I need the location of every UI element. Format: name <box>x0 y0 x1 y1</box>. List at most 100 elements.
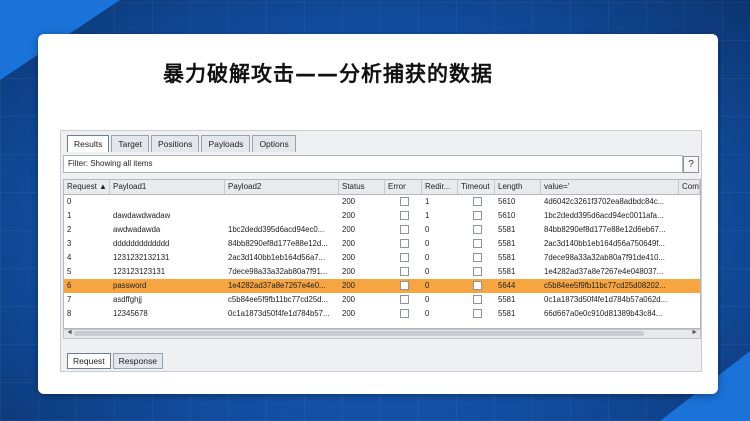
scroll-left-icon[interactable]: ◄ <box>66 329 73 336</box>
cell-payload1: password <box>113 281 147 290</box>
cell-request: 1 <box>67 211 72 220</box>
cell-payload2: 2ac3d140bb1eb164d56a7... <box>228 253 326 262</box>
cell-payload1: 1231232132131 <box>113 253 170 262</box>
error-checkbox[interactable] <box>400 281 409 291</box>
timeout-checkbox[interactable] <box>473 253 482 263</box>
tab-response[interactable]: Response <box>112 353 163 369</box>
timeout-checkbox[interactable] <box>473 295 482 305</box>
table-body: 0 200 1 5610 4d6042c3261f3702ea8adbdc84c... 1… <box>64 195 700 321</box>
column-header-comment[interactable]: Com <box>679 180 700 194</box>
cell-payload1: awdwadawda <box>113 225 161 234</box>
tab-positions[interactable]: Positions <box>150 135 200 152</box>
column-header-error[interactable]: Error <box>385 180 422 194</box>
tab-payloads[interactable]: Payloads <box>201 135 251 152</box>
timeout-checkbox[interactable] <box>473 239 482 249</box>
cell-error <box>385 265 422 279</box>
cell-length: 5610 <box>498 211 516 220</box>
cell-comment <box>679 293 700 307</box>
cell-payload2: 0c1a1873d50f4fe1d784b57... <box>228 309 330 318</box>
table-row[interactable]: 1 dawdawdwadaw 200 1 5610 1bc2dedd395d6acd94e… <box>64 209 700 223</box>
cell-payload2 <box>225 195 339 209</box>
cell-request: 4 <box>67 253 72 262</box>
cell-error <box>385 195 422 209</box>
error-checkbox[interactable] <box>400 309 409 319</box>
column-header-length[interactable]: Length <box>495 180 541 194</box>
table-header: Request ▲ Payload1 Payload2 Status Error… <box>64 180 700 195</box>
timeout-checkbox[interactable] <box>473 197 482 207</box>
cell-value: 1bc2dedd395d6acd94ec0011afa... <box>544 211 664 220</box>
cell-redirects: 0 <box>425 309 430 318</box>
cell-error <box>385 223 422 237</box>
timeout-checkbox[interactable] <box>473 211 482 221</box>
tab-target[interactable]: Target <box>111 135 149 152</box>
cell-request: 5 <box>67 267 72 276</box>
cell-value: 1e4282ad37a8e7267e4e048037... <box>544 267 664 276</box>
error-checkbox[interactable] <box>400 225 409 235</box>
cell-request: 6 <box>67 281 72 290</box>
message-tab-bar: Request Response <box>67 353 165 369</box>
error-checkbox[interactable] <box>400 239 409 249</box>
table-row[interactable]: 7 asdffghjj c5b84ee5f9fb11bc77cd25d... 200 0… <box>64 293 700 307</box>
column-header-request[interactable]: Request ▲ <box>64 180 110 194</box>
error-checkbox[interactable] <box>400 211 409 221</box>
timeout-checkbox[interactable] <box>473 309 482 319</box>
table-row[interactable]: 5 123123123131 7dece98a33a32ab80a7f91... 20… <box>64 265 700 279</box>
results-tab-bar: Results Target Positions Payloads Option… <box>67 135 298 152</box>
table-row[interactable]: 6 password 1e4282ad37a8e7267e4e0... 200 0 564… <box>64 279 700 293</box>
help-button[interactable]: ? <box>683 156 699 173</box>
cell-value: 7dece98a33a32ab80a7f91de410... <box>544 253 665 262</box>
cell-status: 200 <box>342 253 356 262</box>
cell-error <box>385 237 422 251</box>
horizontal-scrollbar[interactable]: ◄ ► <box>63 329 701 339</box>
cell-timeout <box>458 223 495 237</box>
error-checkbox[interactable] <box>400 295 409 305</box>
cell-payload2: 7dece98a33a32ab80a7f91... <box>228 267 328 276</box>
cell-error <box>385 251 422 265</box>
tab-options[interactable]: Options <box>252 135 296 152</box>
column-header-payload2[interactable]: Payload2 <box>225 180 339 194</box>
cell-payload1: ddddddddddddd <box>113 239 170 248</box>
cell-value: 0c1a1873d50f4fe1d784b57a062d... <box>544 295 668 304</box>
table-row[interactable]: 8 12345678 0c1a1873d50f4fe1d784b57... 200 0 5… <box>64 307 700 321</box>
table-row[interactable]: 4 1231232132131 2ac3d140bb1eb164d56a7... 20… <box>64 251 700 265</box>
cell-status: 200 <box>342 295 356 304</box>
cell-status: 200 <box>342 281 356 290</box>
intruder-results-window: Results Target Positions Payloads Option… <box>60 130 702 372</box>
column-header-payload1[interactable]: Payload1 <box>110 180 225 194</box>
cell-payload2: c5b84ee5f9fb11bc77cd25d... <box>228 295 329 304</box>
tab-results[interactable]: Results <box>67 135 110 152</box>
filter-bar[interactable]: Filter: Showing all items <box>63 155 683 173</box>
cell-timeout <box>458 237 495 251</box>
table-row[interactable]: 2 awdwadawda 1bc2dedd395d6acd94ec0... 200 0 5… <box>64 223 700 237</box>
cell-redirects: 0 <box>425 295 430 304</box>
column-header-timeout[interactable]: Timeout <box>458 180 495 194</box>
cell-comment <box>679 237 700 251</box>
cell-timeout <box>458 209 495 223</box>
cell-redirects: 0 <box>425 281 430 290</box>
tab-request[interactable]: Request <box>67 353 111 369</box>
column-header-status[interactable]: Status <box>339 180 385 194</box>
cell-payload2: 84bb8290ef8d177e88e12d... <box>228 239 328 248</box>
timeout-checkbox[interactable] <box>473 267 482 277</box>
error-checkbox[interactable] <box>400 197 409 207</box>
slide-title: 暴力破解攻击——分析捕获的数据 <box>163 62 493 86</box>
cell-redirects: 1 <box>425 211 430 220</box>
cell-status: 200 <box>342 239 356 248</box>
column-header-value[interactable]: value=' <box>541 180 679 194</box>
cell-payload1: 123123123131 <box>113 267 166 276</box>
cell-error <box>385 293 422 307</box>
cell-request: 0 <box>67 197 72 206</box>
scroll-right-icon[interactable]: ► <box>691 329 698 336</box>
cell-status: 200 <box>342 211 356 220</box>
cell-status: 200 <box>342 309 356 318</box>
timeout-checkbox[interactable] <box>473 225 482 235</box>
scrollbar-thumb[interactable] <box>74 331 644 336</box>
timeout-checkbox[interactable] <box>473 281 482 291</box>
error-checkbox[interactable] <box>400 267 409 277</box>
table-row[interactable]: 3 ddddddddddddd 84bb8290ef8d177e88e12d... 2… <box>64 237 700 251</box>
cell-payload2: 1e4282ad37a8e7267e4e0... <box>228 281 326 290</box>
error-checkbox[interactable] <box>400 253 409 263</box>
column-header-redirects[interactable]: Redir... <box>422 180 458 194</box>
cell-redirects: 1 <box>425 197 430 206</box>
table-row[interactable]: 0 200 1 5610 4d6042c3261f3702ea8adbdc84c... <box>64 195 700 209</box>
